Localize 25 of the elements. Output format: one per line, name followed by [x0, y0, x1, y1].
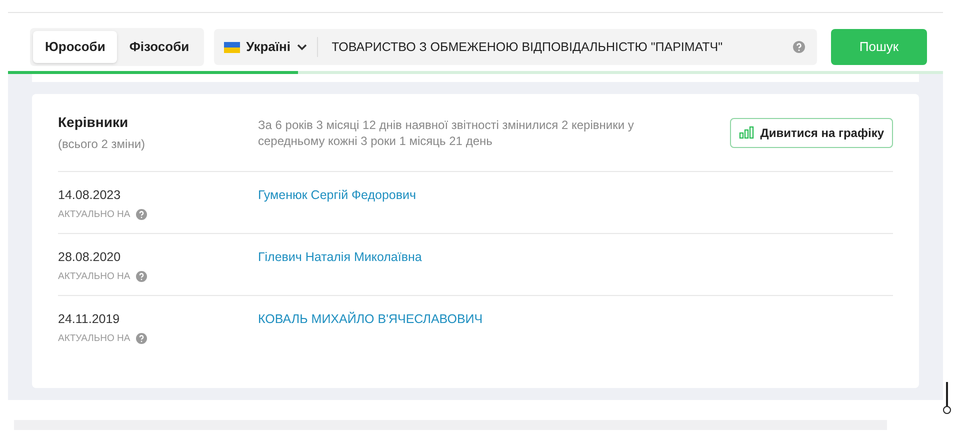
actual-label: АКТУАЛЬНО НА: [58, 332, 130, 346]
actual-label: АКТУАЛЬНО НА: [58, 270, 130, 284]
bar-chart-icon: [739, 126, 754, 139]
help-icon[interactable]: [136, 271, 148, 282]
chart-button[interactable]: Дивитися на графіку: [730, 118, 893, 148]
help-icon[interactable]: [793, 41, 805, 53]
search-field[interactable]: ТОВАРИСТВО З ОБМЕЖЕНОЮ ВІДПОВІДАЛЬНІСТЮ "ПАРІМАТЧ": [318, 29, 793, 65]
director-link[interactable]: КОВАЛЬ МИХАЙЛО В'ЯЧЕСЛАВОВИЧ: [258, 310, 483, 329]
text-cursor-icon: [942, 381, 952, 415]
date-text: 28.08.2020: [58, 249, 122, 266]
help-icon[interactable]: [136, 209, 148, 220]
section-subtitle: (всього 2 зміни): [58, 136, 146, 153]
director-link[interactable]: Гілевич Наталія Миколаївна: [258, 248, 422, 267]
summary-text: За 6 років 3 місяці 12 днів наявної звітності змінилися 2 керівники у середньому кожні 3 роки 1 місяць 21 день: [258, 116, 635, 148]
section-title: Керівники: [58, 113, 130, 132]
entity-tab[interactable]: Фізособи: [117, 31, 202, 63]
chevron-icon: [296, 44, 307, 50]
date-text: 14.08.2023: [58, 187, 122, 204]
country-select[interactable]: Україні: [214, 29, 317, 65]
help-icon[interactable]: [136, 333, 148, 344]
actual-label: АКТУАЛЬНО НА: [58, 208, 130, 222]
entity-tab[interactable]: Юрособи: [33, 31, 118, 63]
director-link[interactable]: Гуменюк Сергій Федорович: [258, 186, 416, 205]
date-text: 24.11.2019: [58, 311, 121, 328]
flag-icon: [224, 42, 240, 52]
